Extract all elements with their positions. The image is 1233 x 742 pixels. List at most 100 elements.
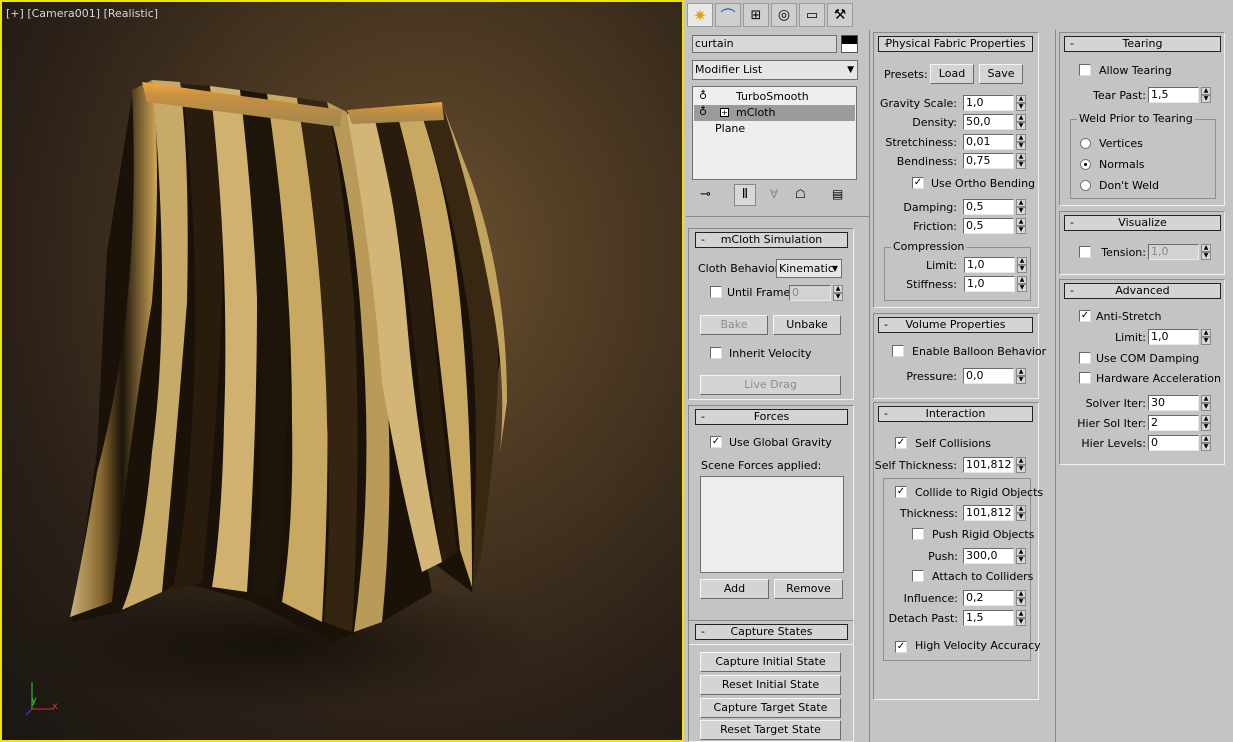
stack-item-turbosmooth[interactable]: ♁ TurboSmooth [694, 89, 855, 105]
push-value[interactable]: 300,0 [963, 548, 1014, 564]
push-rigid-checkbox[interactable] [912, 528, 924, 540]
spinner-down-icon[interactable]: ▼ [1016, 513, 1026, 521]
use-ortho-bending-checkbox[interactable]: ✓ [912, 177, 924, 189]
push-spinner[interactable]: 300,0 ▲ ▼ [963, 548, 1026, 564]
self-collisions-checkbox[interactable]: ✓ [895, 437, 907, 449]
damping-spinner[interactable]: 0,5 ▲ ▼ [963, 199, 1026, 215]
anti-stretch-limit-value[interactable]: 1,0 [1148, 329, 1199, 345]
normals-radio[interactable] [1080, 159, 1091, 170]
damping-value[interactable]: 0,5 [963, 199, 1014, 215]
gravity-scale-spinner[interactable]: 1,0 ▲ ▼ [963, 95, 1026, 111]
dont-weld-radio[interactable] [1080, 180, 1091, 191]
show-end-result-icon[interactable]: Ⅱ [734, 184, 756, 206]
spinner-up-icon[interactable]: ▲ [1016, 368, 1026, 376]
spinner-down-icon[interactable]: ▼ [1016, 376, 1026, 384]
spinner-down-icon[interactable]: ▼ [1201, 403, 1211, 411]
spinner-down-icon[interactable]: ▼ [1017, 284, 1027, 292]
spinner-up-icon[interactable]: ▲ [1201, 415, 1211, 423]
spinner-up-icon[interactable]: ▲ [1016, 590, 1026, 598]
spinner-up-icon[interactable]: ▲ [1016, 218, 1026, 226]
collide-rigid-checkbox[interactable]: ✓ [895, 486, 907, 498]
spinner-down-icon[interactable]: ▼ [1017, 265, 1027, 273]
spinner-down-icon[interactable]: ▼ [1016, 161, 1026, 169]
hardware-acceleration-checkbox[interactable] [1079, 372, 1091, 384]
load-preset-button[interactable]: Load [930, 64, 974, 84]
remove-modifier-icon[interactable]: ☖ [795, 187, 806, 201]
com-damping-checkbox[interactable] [1079, 352, 1091, 364]
stack-item-mcloth[interactable]: ♁ + mCloth [694, 105, 855, 121]
capture-initial-state-button[interactable]: Capture Initial State [700, 652, 841, 672]
tear-past-value[interactable]: 1,5 [1148, 87, 1199, 103]
anti-stretch-limit-spinner[interactable]: 1,0 ▲ ▼ [1148, 329, 1211, 345]
inherit-velocity-checkbox[interactable] [710, 347, 722, 359]
bendiness-value[interactable]: 0,75 [963, 153, 1014, 169]
spinner-up-icon[interactable]: ▲ [1016, 505, 1026, 513]
rollout-header[interactable]: - Forces [695, 409, 848, 425]
save-preset-button[interactable]: Save [979, 64, 1023, 84]
spinner-down-icon[interactable]: ▼ [1201, 252, 1211, 260]
spinner-down-icon[interactable]: ▼ [1201, 337, 1211, 345]
solver-iter-spinner[interactable]: 30 ▲ ▼ [1148, 395, 1211, 411]
rollout-header[interactable]: - Capture States [695, 624, 848, 640]
spinner-up-icon[interactable]: ▲ [1016, 548, 1026, 556]
make-unique-icon[interactable]: ∀ [770, 187, 778, 201]
spinner-down-icon[interactable]: ▼ [1016, 103, 1026, 111]
hier-sol-iter-value[interactable]: 2 [1148, 415, 1199, 431]
spinner-down-icon[interactable]: ▼ [1016, 122, 1026, 130]
rollout-header[interactable]: - mCloth Simulation [695, 232, 848, 248]
create-tab[interactable]: ✷ [687, 3, 713, 27]
motion-tab[interactable]: ◎ [771, 3, 797, 27]
spinner-down-icon[interactable]: ▼ [1016, 226, 1026, 234]
thickness-value[interactable]: 101,812 [963, 505, 1014, 521]
self-thickness-spinner[interactable]: 101,812 ▲ ▼ [963, 457, 1026, 473]
rollout-header[interactable]: - Interaction [878, 406, 1033, 422]
stiffness-spinner[interactable]: 1,0 ▲ ▼ [964, 276, 1027, 292]
object-color-swatch[interactable] [841, 35, 858, 53]
stretchiness-value[interactable]: 0,01 [963, 134, 1014, 150]
hier-levels-spinner[interactable]: 0 ▲ ▼ [1148, 435, 1211, 451]
spinner-up-icon[interactable]: ▲ [1201, 329, 1211, 337]
reset-target-state-button[interactable]: Reset Target State [700, 720, 841, 740]
capture-target-state-button[interactable]: Capture Target State [700, 698, 841, 718]
spinner-up-icon[interactable]: ▲ [1017, 257, 1027, 265]
spinner-up-icon[interactable]: ▲ [833, 285, 843, 293]
until-frame-checkbox[interactable] [710, 286, 722, 298]
rollout-header[interactable]: - Tearing [1064, 36, 1221, 52]
camera-viewport[interactable]: [+] [Camera001] [Realistic] y x [0, 0, 684, 742]
density-value[interactable]: 50,0 [963, 114, 1014, 130]
pressure-value[interactable]: 0,0 [963, 368, 1014, 384]
spinner-down-icon[interactable]: ▼ [1201, 443, 1211, 451]
influence-spinner[interactable]: 0,2 ▲ ▼ [963, 590, 1026, 606]
spinner-up-icon[interactable]: ▲ [1201, 87, 1211, 95]
spinner-up-icon[interactable]: ▲ [1201, 435, 1211, 443]
spinner-up-icon[interactable]: ▲ [1201, 395, 1211, 403]
reset-initial-state-button[interactable]: Reset Initial State [700, 675, 841, 695]
stiffness-value[interactable]: 1,0 [964, 276, 1015, 292]
utilities-tab[interactable]: ⚒ [827, 3, 853, 27]
unbake-button[interactable]: Unbake [773, 315, 841, 335]
spinner-down-icon[interactable]: ▼ [1016, 556, 1026, 564]
configure-sets-icon[interactable]: ▤ [832, 187, 843, 201]
friction-value[interactable]: 0,5 [963, 218, 1014, 234]
thickness-spinner[interactable]: 101,812 ▲ ▼ [963, 505, 1026, 521]
spinner-up-icon[interactable]: ▲ [1016, 610, 1026, 618]
rollout-header[interactable]: - Volume Properties [878, 317, 1033, 333]
tear-past-spinner[interactable]: 1,5 ▲ ▼ [1148, 87, 1211, 103]
spinner-up-icon[interactable]: ▲ [1016, 114, 1026, 122]
modifier-list-dropdown[interactable]: Modifier List ▼ [692, 60, 858, 80]
balloon-behavior-checkbox[interactable] [892, 345, 904, 357]
compression-limit-value[interactable]: 1,0 [964, 257, 1015, 273]
friction-spinner[interactable]: 0,5 ▲ ▼ [963, 218, 1026, 234]
compression-limit-spinner[interactable]: 1,0 ▲ ▼ [964, 257, 1027, 273]
high-velocity-checkbox[interactable]: ✓ [895, 641, 907, 653]
object-name-field[interactable]: curtain [692, 35, 837, 53]
detach-past-value[interactable]: 1,5 [963, 610, 1014, 626]
live-drag-button[interactable]: Live Drag [700, 375, 841, 395]
rollout-header[interactable]: - Advanced [1064, 283, 1221, 299]
spinner-up-icon[interactable]: ▲ [1201, 244, 1211, 252]
vertices-radio[interactable] [1080, 138, 1091, 149]
spinner-down-icon[interactable]: ▼ [833, 293, 843, 301]
spinner-up-icon[interactable]: ▲ [1016, 153, 1026, 161]
add-force-button[interactable]: Add [700, 579, 769, 599]
rollout-header[interactable]: - Physical Fabric Properties [878, 36, 1033, 52]
